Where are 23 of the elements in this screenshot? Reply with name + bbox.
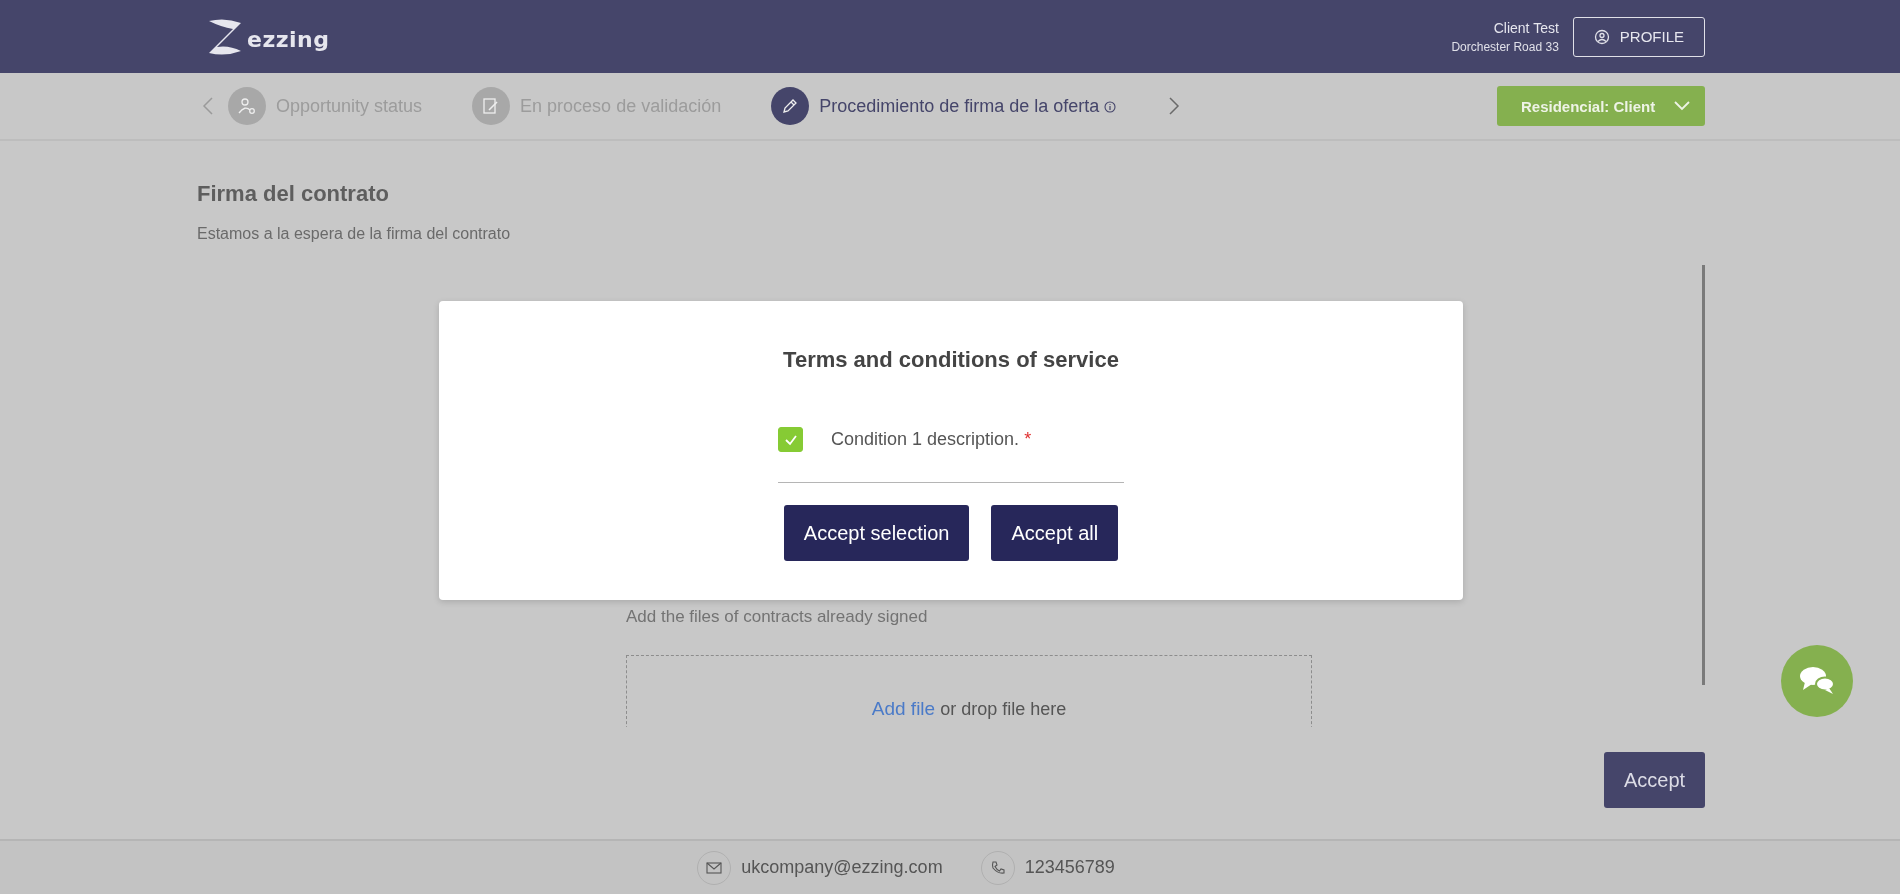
dialog-title: Terms and conditions of service: [783, 347, 1119, 373]
page-subtitle: Estamos a la espera de la firma del contrato: [197, 225, 512, 243]
scrollbar[interactable]: [1702, 265, 1705, 685]
step-tab[interactable]: Procedimiento de firma de la oferta: [819, 95, 1100, 117]
chevron-down-icon: [1673, 101, 1691, 111]
user-address: Dorchester Road 33: [1451, 39, 1559, 54]
profile-button[interactable]: PROFILE: [1572, 16, 1705, 57]
logo-text: ezzing: [247, 27, 330, 52]
user-name: Client Test: [1493, 19, 1559, 36]
drop-instruction: Add file or drop file here: [871, 698, 1067, 721]
dialog-button[interactable]: Accept all: [991, 505, 1119, 561]
file-drop-zone[interactable]: Add file or drop file here: [626, 655, 1312, 727]
dialog-button[interactable]: Accept selection: [783, 505, 970, 561]
chevron-left-icon[interactable]: [202, 96, 214, 116]
page-title: Firma del contrato: [197, 181, 390, 207]
upload-hint: Add the files of contracts already signed: [626, 607, 929, 627]
contact-phone: 123456789: [1024, 857, 1115, 878]
contact-email: ukcompany@ezzing.com: [741, 857, 943, 878]
user-icon: [1593, 28, 1610, 45]
chevron-right-icon[interactable]: [1168, 96, 1181, 116]
accept-button[interactable]: Accept: [1604, 752, 1705, 808]
checkbox[interactable]: [778, 427, 803, 452]
condition-label: Condition 1 description. *: [831, 429, 1032, 450]
